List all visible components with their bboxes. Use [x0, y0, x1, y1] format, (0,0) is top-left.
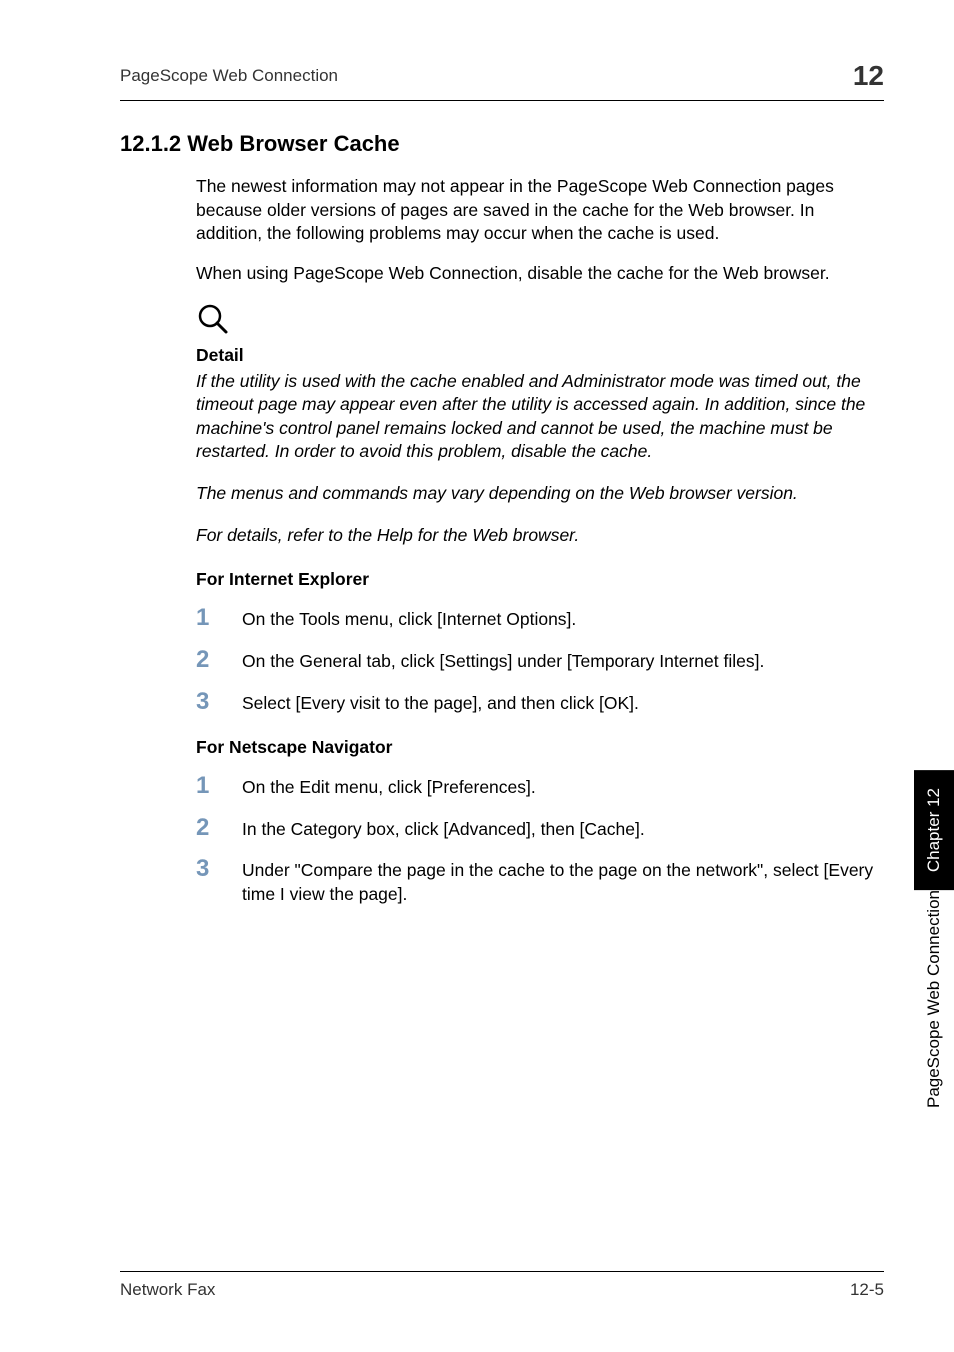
- footer-page-number: 12-5: [850, 1280, 884, 1300]
- page-footer: Network Fax 12-5: [120, 1271, 884, 1300]
- ie-step-3-text: Select [Every visit to the page], and th…: [242, 692, 884, 716]
- step-number: 1: [196, 774, 242, 798]
- netscape-step-1-text: On the Edit menu, click [Preferences].: [242, 776, 884, 800]
- header-divider: [120, 100, 884, 101]
- side-section-label: PageScope Web Connection: [914, 890, 954, 1126]
- section-title: 12.1.2 Web Browser Cache: [120, 131, 884, 157]
- intro-paragraph-1: The newest information may not appear in…: [196, 175, 884, 246]
- netscape-step-2: 2 In the Category box, click [Advanced],…: [196, 818, 884, 842]
- step-number: 2: [196, 816, 242, 840]
- header-left-text: PageScope Web Connection: [120, 66, 338, 86]
- side-chapter-label: Chapter 12: [914, 770, 954, 890]
- page-header: PageScope Web Connection 12: [120, 60, 884, 92]
- ie-step-2-text: On the General tab, click [Settings] und…: [242, 650, 884, 674]
- step-number: 3: [196, 690, 242, 714]
- side-tab: Chapter 12 PageScope Web Connection: [914, 770, 954, 1126]
- netscape-step-3-text: Under "Compare the page in the cache to …: [242, 859, 884, 906]
- step-number: 3: [196, 857, 242, 881]
- footer-divider: [120, 1271, 884, 1272]
- netscape-step-3: 3 Under "Compare the page in the cache t…: [196, 859, 884, 906]
- detail-label: Detail: [196, 345, 884, 366]
- netscape-step-1: 1 On the Edit menu, click [Preferences].: [196, 776, 884, 800]
- netscape-step-2-text: In the Category box, click [Advanced], t…: [242, 818, 884, 842]
- header-chapter-number: 12: [853, 60, 884, 92]
- detail-paragraph-3: For details, refer to the Help for the W…: [196, 524, 884, 548]
- ie-step-1-text: On the Tools menu, click [Internet Optio…: [242, 608, 884, 632]
- step-number: 1: [196, 606, 242, 630]
- step-number: 2: [196, 648, 242, 672]
- detail-paragraph-2: The menus and commands may vary dependin…: [196, 482, 884, 506]
- footer-left-text: Network Fax: [120, 1280, 215, 1300]
- detail-paragraph-1: If the utility is used with the cache en…: [196, 370, 884, 465]
- ie-step-1: 1 On the Tools menu, click [Internet Opt…: [196, 608, 884, 632]
- netscape-subheading: For Netscape Navigator: [196, 737, 884, 758]
- intro-paragraph-2: When using PageScope Web Connection, dis…: [196, 262, 884, 286]
- ie-step-3: 3 Select [Every visit to the page], and …: [196, 692, 884, 716]
- ie-step-2: 2 On the General tab, click [Settings] u…: [196, 650, 884, 674]
- ie-subheading: For Internet Explorer: [196, 569, 884, 590]
- magnifier-icon: [196, 302, 884, 341]
